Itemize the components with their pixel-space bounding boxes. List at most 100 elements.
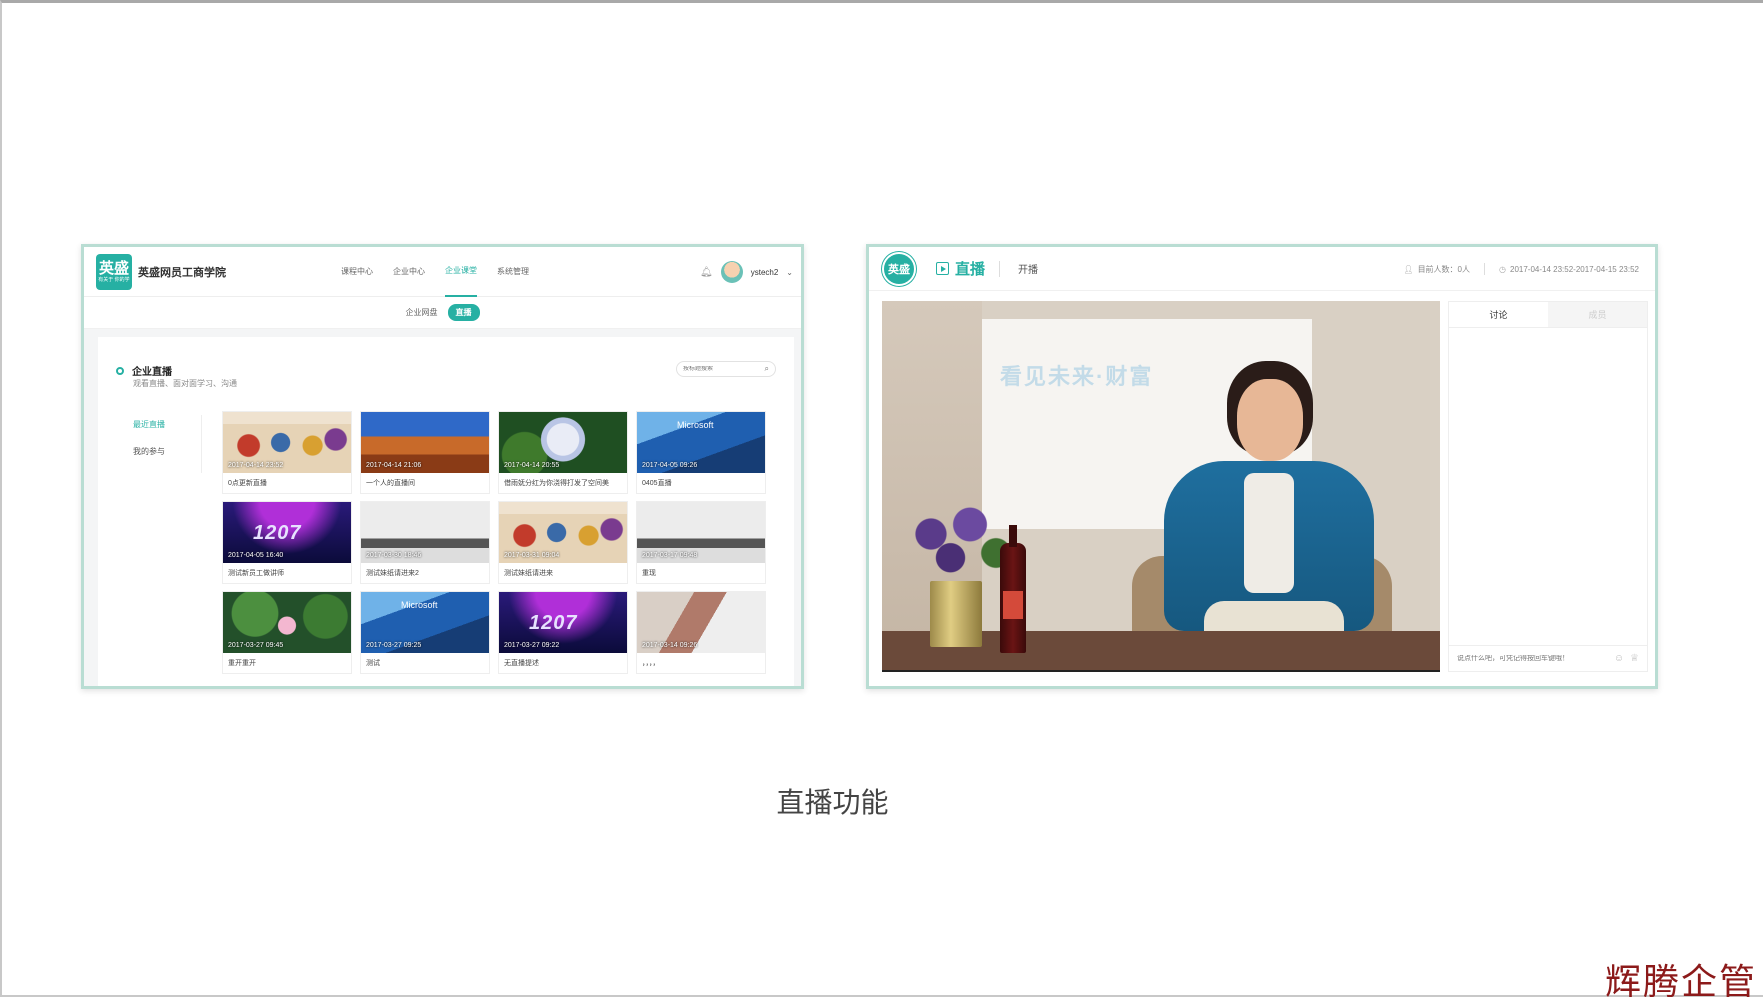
school-name: 英盛网员工商学院 — [138, 266, 226, 279]
live-card: 企业直播 观看直播、面对面学习、沟通 ⌕ 最近直播 我的参与 2017-04-1… — [98, 337, 794, 686]
search-input[interactable] — [683, 366, 765, 372]
tile-title: 测试妹纸请进来2 — [366, 570, 419, 577]
live-tile[interactable]: 2017-04-14 20:55 借雨妩分红为你浇得打发了空间美 — [498, 411, 628, 494]
thumbnail: 2017-03-31 09:04 — [499, 502, 627, 563]
sub-nav: 企业网盘 直播 — [84, 297, 801, 329]
live-tile[interactable]: 1207 2017-03-27 09:22 无直播提述 — [498, 591, 628, 674]
live-tile[interactable]: 2017-04-14 21:06 一个人的直播间 — [360, 411, 490, 494]
start-live-button[interactable]: 开播 — [1018, 261, 1038, 276]
thumbnail: Microsoft 2017-03-27 09:25 — [361, 592, 489, 653]
tile-title: 重开重开 — [228, 660, 256, 667]
tile-title: 测试妹纸请进来 — [504, 570, 553, 577]
user-area: 🔔︎ ystech2 ⌄ — [700, 247, 793, 297]
enterprise-live-list-screenshot: 英盛 有关于 你的学 英盛网员工商学院 课程中心 企业中心 企业课堂 系统管理 … — [81, 244, 804, 689]
tile-title: 0点更新直播 — [228, 480, 267, 487]
tile-time: 2017-04-14 23:52 — [228, 462, 284, 469]
tile-time: 2017-03-30 18:46 — [366, 552, 422, 559]
top-header: 英盛 有关于 你的学 英盛网员工商学院 课程中心 企业中心 企业课堂 系统管理 … — [84, 247, 801, 297]
live-tile[interactable]: Microsoft 2017-04-05 09:26 0405直播 — [636, 411, 766, 494]
tile-title: ，，，， — [642, 660, 660, 667]
divider — [1484, 263, 1486, 275]
ms-word: Microsoft — [677, 420, 714, 430]
live-tile[interactable]: 1207 2017-04-05 16:40 测试新员工做讲师 — [222, 501, 352, 584]
speaker-shirt — [1244, 473, 1294, 593]
tile-title: 借雨妩分红为你浇得打发了空间美 — [504, 480, 609, 487]
thumbnail: 2017-04-14 21:06 — [361, 412, 489, 473]
chat-panel: 讨论 成员 ☺ ♕ — [1448, 301, 1648, 672]
slide-caption: 直播功能 — [776, 787, 889, 818]
divider — [999, 260, 1001, 277]
thumbnail: 2017-03-27 09:45 — [223, 592, 351, 653]
live-room-screenshot: 英盛 直播 开播 👤︎ 目前人数：0人 ◷ 2017-04-14 23:52-201… — [866, 244, 1658, 689]
tile-time: 2017-03-27 09:45 — [228, 642, 284, 649]
video-player[interactable]: 看见未来·财富 — [882, 301, 1440, 672]
ms-word: Microsoft — [401, 600, 438, 610]
live-tile[interactable]: Microsoft 2017-03-27 09:25 测试 — [360, 591, 490, 674]
tile-time: 2017-04-14 20:55 — [504, 462, 560, 469]
time-range-text: 2017-04-14 23:52-2017-04-15 23:52 — [1510, 264, 1639, 274]
clock-icon: ◷ — [1499, 264, 1506, 274]
app-logo[interactable]: 英盛 有关于 你的学 — [96, 253, 132, 290]
bottle-label — [1003, 591, 1023, 619]
tile-title: 一个人的直播间 — [366, 480, 415, 487]
live-tile[interactable]: 2017-03-17 09:48 重现 — [636, 501, 766, 584]
viewer-count: 👤︎ 目前人数：0人 — [1403, 264, 1470, 275]
speaker — [1144, 361, 1394, 661]
vase — [930, 581, 982, 647]
live-header: 英盛 直播 开播 👤︎ 目前人数：0人 ◷ 2017-04-14 23:52-201… — [869, 247, 1655, 291]
side-item-recent[interactable]: 最近直播 — [133, 419, 165, 430]
live-tile[interactable]: 2017-04-14 23:52 0点更新直播 — [222, 411, 352, 494]
username[interactable]: ystech2 — [751, 268, 779, 277]
gift-icon[interactable]: ♕ — [1630, 653, 1639, 664]
tile-title: 0405直播 — [642, 480, 672, 487]
live-tile[interactable]: 2017-03-14 09:26 ，，，， — [636, 591, 766, 674]
divider — [201, 415, 202, 473]
chevron-down-icon[interactable]: ⌄ — [786, 268, 793, 277]
tile-title: 无直播提述 — [504, 660, 539, 667]
ring-icon — [116, 366, 124, 375]
tile-time: 2017-04-05 09:26 — [642, 462, 698, 469]
tab-members[interactable]: 成员 — [1548, 302, 1647, 327]
thumbnail: 1207 2017-04-05 16:40 — [223, 502, 351, 563]
avatar[interactable] — [720, 261, 743, 283]
live-tile[interactable]: 2017-03-27 09:45 重开重开 — [222, 591, 352, 674]
thumbnail: 2017-03-17 09:48 — [637, 502, 765, 563]
live-tile[interactable]: 2017-03-30 18:46 测试妹纸请进来2 — [360, 501, 490, 584]
section-subtitle: 观看直播、面对面学习、沟通 — [133, 379, 237, 388]
nav-item-classroom[interactable]: 企业课堂 — [445, 247, 477, 297]
tile-time: 2017-03-14 09:26 — [642, 642, 698, 649]
nav-item-courses[interactable]: 课程中心 — [341, 247, 373, 297]
live-tile[interactable]: 2017-03-31 09:04 测试妹纸请进来 — [498, 501, 628, 584]
thumbnail: 1207 2017-03-27 09:22 — [499, 592, 627, 653]
section-header: 企业直播 — [116, 363, 172, 378]
time-range: ◷ 2017-04-14 23:52-2017-04-15 23:52 — [1499, 265, 1639, 274]
live-title-text: 直播 — [955, 261, 986, 278]
thumbnail: 2017-04-14 20:55 — [499, 412, 627, 473]
nav-item-system[interactable]: 系统管理 — [497, 247, 529, 297]
search-icon[interactable]: ⌕ — [765, 364, 769, 374]
chat-tabs: 讨论 成员 — [1449, 302, 1647, 328]
tile-time: 2017-03-17 09:48 — [642, 552, 698, 559]
search-box: ⌕ — [676, 361, 776, 377]
tile-time: 2017-04-05 16:40 — [228, 552, 284, 559]
thumbnail: 2017-03-30 18:46 — [361, 502, 489, 563]
tile-time: 2017-03-31 09:04 — [504, 552, 560, 559]
bell-icon[interactable]: 🔔︎ — [700, 267, 713, 278]
side-item-mine[interactable]: 我的参与 — [133, 446, 165, 457]
main-nav: 课程中心 企业中心 企业课堂 系统管理 — [341, 247, 529, 297]
nav-item-enterprise[interactable]: 企业中心 — [393, 247, 425, 297]
wine-bottle — [1000, 525, 1026, 653]
app-logo[interactable]: 英盛 — [882, 251, 916, 286]
subnav-item-netdisk[interactable]: 企业网盘 — [406, 307, 438, 318]
emoji-icon[interactable]: ☺ — [1614, 653, 1624, 664]
tile-time: 2017-03-27 09:25 — [366, 642, 422, 649]
person-icon: 👤︎ — [1403, 264, 1414, 274]
tile-title: 重现 — [642, 570, 656, 577]
thumbnail: Microsoft 2017-04-05 09:26 — [637, 412, 765, 473]
tab-discussion[interactable]: 讨论 — [1449, 302, 1548, 327]
subnav-item-live[interactable]: 直播 — [447, 304, 480, 321]
live-info: 👤︎ 目前人数：0人 ◷ 2017-04-14 23:52-2017-04-15 2… — [1403, 247, 1639, 291]
stage-number: 1207 — [253, 522, 302, 544]
chat-input[interactable] — [1457, 655, 1608, 662]
play-icon — [936, 262, 949, 275]
